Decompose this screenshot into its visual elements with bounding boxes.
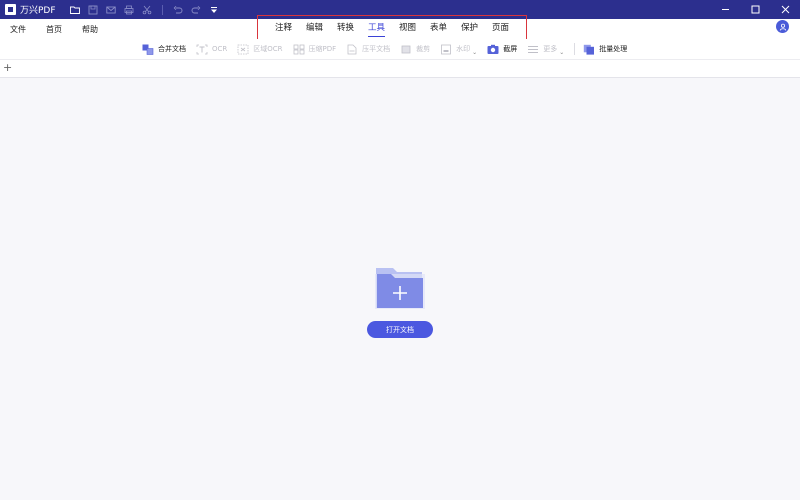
watermark-button[interactable]: 水印 ⌄ xyxy=(440,43,477,56)
batch-process-label: 批量处理 xyxy=(599,45,628,53)
menu-item-help[interactable]: 帮助 xyxy=(82,24,98,35)
tab-edit[interactable]: 编辑 xyxy=(306,21,323,35)
batch-icon xyxy=(583,44,595,55)
tools-toolbar: 合并文档 OCR 区域OCR 压缩PDF 压平文档 裁剪 水印 ⌄ 截屏 更多 … xyxy=(0,39,800,60)
tab-annotate[interactable]: 注释 xyxy=(275,21,292,35)
compress-icon xyxy=(293,44,305,55)
toolbar-separator xyxy=(574,43,576,55)
crop-label: 裁剪 xyxy=(416,45,431,53)
folder-icon[interactable] xyxy=(68,3,82,17)
open-folder-icon[interactable] xyxy=(373,264,427,310)
merge-icon xyxy=(142,44,154,55)
area-ocr-icon xyxy=(237,44,249,55)
ocr-icon xyxy=(196,44,208,55)
app-logo-icon xyxy=(5,4,16,15)
flatten-document-button[interactable]: 压平文档 xyxy=(346,44,390,55)
watermark-dropdown-icon[interactable]: ⌄ xyxy=(472,49,477,56)
more-button[interactable]: 更多 ⌄ xyxy=(527,43,564,56)
more-dropdown-icon[interactable]: ⌄ xyxy=(559,49,564,56)
ribbon-tabs-highlight: 注释 编辑 转换 工具 视图 表单 保护 页面 xyxy=(257,15,527,41)
more-label: 更多 xyxy=(543,45,558,53)
menu-item-home[interactable]: 首页 xyxy=(46,24,62,35)
watermark-icon xyxy=(440,44,452,55)
print-icon[interactable] xyxy=(122,3,136,17)
crop-icon xyxy=(400,44,412,55)
menu-bar: 文件 首页 帮助 注释 编辑 转换 工具 视图 表单 保护 页面 xyxy=(0,15,800,41)
maximize-icon[interactable] xyxy=(740,0,770,19)
screenshot-button[interactable]: 截屏 xyxy=(487,44,517,55)
titlebar-separator xyxy=(161,4,163,15)
main-menu: 文件 首页 帮助 xyxy=(0,19,108,39)
dropdown-arrow-icon[interactable] xyxy=(207,3,221,17)
redo-icon[interactable] xyxy=(189,3,203,17)
mail-icon[interactable] xyxy=(104,3,118,17)
watermark-label: 水印 xyxy=(456,45,471,53)
area-ocr-label: 区域OCR xyxy=(253,45,283,53)
minimize-icon[interactable] xyxy=(710,0,740,19)
compress-pdf-button[interactable]: 压缩PDF xyxy=(293,44,337,55)
add-tab-icon[interactable]: + xyxy=(3,62,12,74)
window-controls xyxy=(710,0,800,19)
empty-workspace: 打开文档 xyxy=(0,78,800,500)
undo-icon[interactable] xyxy=(171,3,185,17)
flatten-document-label: 压平文档 xyxy=(362,45,391,53)
flatten-icon xyxy=(346,44,358,55)
tab-page[interactable]: 页面 xyxy=(492,21,509,35)
ocr-button[interactable]: OCR xyxy=(196,44,227,55)
close-icon[interactable] xyxy=(770,0,800,19)
tab-tools[interactable]: 工具 xyxy=(367,21,386,37)
tab-protect[interactable]: 保护 xyxy=(461,21,478,35)
ocr-label: OCR xyxy=(212,45,228,53)
screenshot-icon xyxy=(487,44,499,55)
tab-convert[interactable]: 转换 xyxy=(337,21,354,35)
compress-pdf-label: 压缩PDF xyxy=(308,45,337,53)
screenshot-label: 截屏 xyxy=(503,45,518,53)
open-document-button[interactable]: 打开文档 xyxy=(367,321,433,338)
merge-documents-button[interactable]: 合并文档 xyxy=(142,44,186,55)
cut-icon[interactable] xyxy=(140,3,154,17)
tab-form[interactable]: 表单 xyxy=(430,21,447,35)
tab-view[interactable]: 视图 xyxy=(399,21,416,35)
more-icon xyxy=(527,44,539,55)
save-icon[interactable] xyxy=(86,3,100,17)
user-avatar-icon[interactable] xyxy=(776,20,789,33)
crop-button[interactable]: 裁剪 xyxy=(400,44,430,55)
menu-item-file[interactable]: 文件 xyxy=(10,24,26,35)
app-name: 万兴PDF xyxy=(20,6,56,16)
area-ocr-button[interactable]: 区域OCR xyxy=(237,44,283,55)
document-tab-strip: + xyxy=(0,60,800,78)
batch-process-button[interactable]: 批量处理 xyxy=(583,44,627,55)
merge-documents-label: 合并文档 xyxy=(158,45,186,53)
